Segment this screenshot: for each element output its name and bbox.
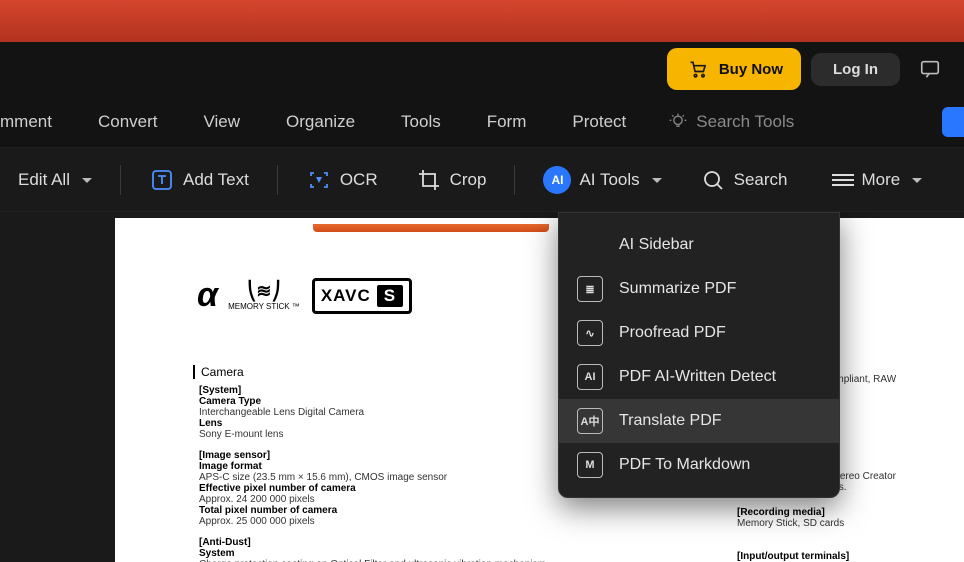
chat-icon: [919, 58, 941, 80]
ai-tools-label: AI Tools: [579, 170, 639, 190]
lightbulb-icon: [668, 112, 688, 132]
menubar: mment Convert View Organize Tools Form P…: [0, 96, 964, 148]
ai-tools-dropdown: AI Sidebar ≣ Summarize PDF ∿ Proofread P…: [558, 212, 840, 498]
add-text-button[interactable]: Add Text: [135, 161, 263, 199]
ai-icon: AI: [543, 166, 571, 194]
proofread-pdf-item[interactable]: ∿ Proofread PDF: [559, 311, 839, 355]
chat-button[interactable]: [910, 49, 950, 89]
memorystick-logo: ⎝≋⎠ MEMORY STICK ™: [228, 281, 300, 311]
menu-organize[interactable]: Organize: [272, 106, 369, 138]
menu-convert[interactable]: Convert: [84, 106, 172, 138]
text-icon: [149, 167, 175, 193]
add-text-label: Add Text: [183, 170, 249, 190]
ai-detect-icon: AI: [577, 364, 603, 390]
search-label: Search: [734, 170, 788, 190]
more-button[interactable]: More: [818, 164, 937, 196]
separator: [120, 165, 121, 195]
menu-view[interactable]: View: [190, 106, 255, 138]
alpha-logo: α: [197, 276, 216, 315]
buy-now-label: Buy Now: [719, 61, 783, 78]
translate-icon: A中: [577, 408, 603, 434]
ai-sidebar-item[interactable]: AI Sidebar: [559, 223, 839, 267]
menu-form[interactable]: Form: [473, 106, 541, 138]
more-label: More: [862, 170, 901, 190]
login-label: Log In: [833, 61, 878, 78]
search-icon: [700, 167, 726, 193]
blank-icon: [577, 232, 603, 258]
translate-pdf-item[interactable]: A中 Translate PDF: [559, 399, 839, 443]
crop-icon: [416, 167, 442, 193]
markdown-icon: M: [577, 452, 603, 478]
cart-icon: [685, 56, 711, 82]
workspace: α ⎝≋⎠ MEMORY STICK ™ XAVC S Camera [Syst…: [0, 212, 964, 562]
menu-protect[interactable]: Protect: [558, 106, 640, 138]
toolbar: Edit All Add Text OCR Crop AI AI Tools S…: [0, 148, 964, 212]
ocr-icon: [306, 167, 332, 193]
summarize-pdf-item[interactable]: ≣ Summarize PDF: [559, 267, 839, 311]
edit-all-button[interactable]: Edit All: [4, 164, 106, 196]
separator: [277, 165, 278, 195]
wave-icon: ∿: [577, 320, 603, 346]
search-tools[interactable]: Search Tools: [668, 112, 794, 132]
panel-toggle[interactable]: [942, 107, 964, 137]
ai-tools-button[interactable]: AI AI Tools: [529, 160, 675, 200]
login-button[interactable]: Log In: [811, 53, 900, 86]
menu-tools[interactable]: Tools: [387, 106, 455, 138]
pdf-to-markdown-item[interactable]: M PDF To Markdown: [559, 443, 839, 487]
hamburger-icon: [832, 171, 854, 189]
xavc-logo: XAVC S: [312, 278, 412, 314]
menu-comment[interactable]: mment: [0, 106, 66, 138]
buy-now-button[interactable]: Buy Now: [667, 48, 801, 90]
ocr-button[interactable]: OCR: [292, 161, 392, 199]
ai-written-detect-item[interactable]: AI PDF AI-Written Detect: [559, 355, 839, 399]
ocr-label: OCR: [340, 170, 378, 190]
titlebar: Buy Now Log In: [0, 42, 964, 96]
crop-button[interactable]: Crop: [402, 161, 501, 199]
separator: [514, 165, 515, 195]
search-button[interactable]: Search: [686, 161, 802, 199]
edit-all-label: Edit All: [18, 170, 70, 190]
search-tools-placeholder: Search Tools: [696, 112, 794, 132]
list-icon: ≣: [577, 276, 603, 302]
window-chrome-band: [0, 0, 964, 42]
crop-label: Crop: [450, 170, 487, 190]
